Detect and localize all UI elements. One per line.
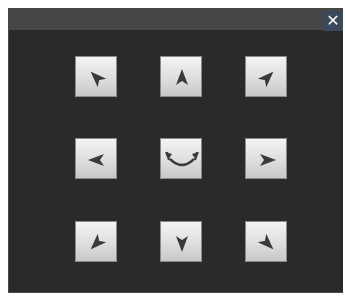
arrow-up-left-icon bbox=[90, 71, 107, 88]
home-button[interactable] bbox=[160, 138, 202, 179]
arrow-up-right-icon bbox=[257, 71, 274, 88]
pan-left-button[interactable] bbox=[75, 138, 117, 179]
arrow-right-icon bbox=[260, 154, 276, 166]
pan-up-button[interactable] bbox=[160, 56, 202, 97]
pan-down-button[interactable] bbox=[160, 221, 202, 262]
pan-down-right-button[interactable] bbox=[245, 221, 287, 262]
pan-down-left-button[interactable] bbox=[75, 221, 117, 262]
arrow-down-right-icon bbox=[257, 233, 274, 250]
window-titlebar[interactable] bbox=[9, 8, 343, 30]
pan-right-button[interactable] bbox=[245, 138, 287, 179]
arrow-up-icon bbox=[176, 69, 188, 85]
close-icon: ✕ bbox=[326, 11, 340, 30]
swap-arrows-icon bbox=[165, 151, 199, 167]
pan-up-right-button[interactable] bbox=[245, 56, 287, 97]
pan-up-left-button[interactable] bbox=[75, 56, 117, 97]
arrow-left-icon bbox=[88, 154, 104, 166]
arrow-down-icon bbox=[176, 236, 188, 252]
close-button[interactable]: ✕ bbox=[323, 11, 343, 31]
arrow-down-left-icon bbox=[90, 233, 107, 250]
ptz-control-window: ✕ bbox=[8, 8, 343, 293]
